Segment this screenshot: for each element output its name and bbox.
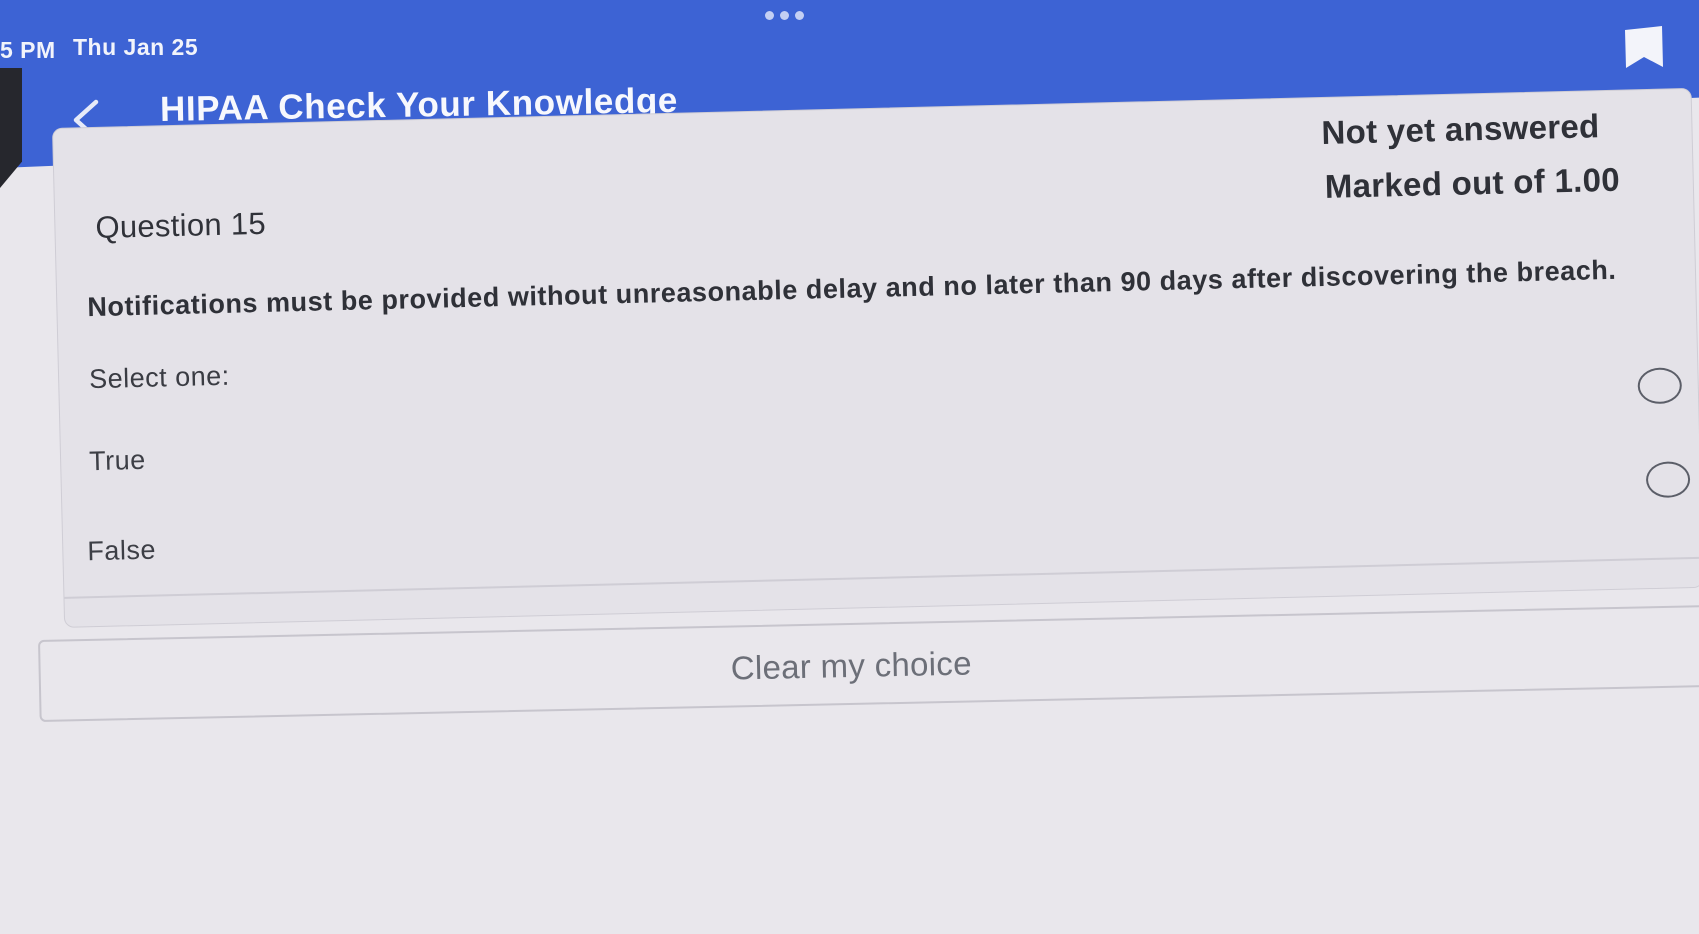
select-prompt: Select one: [88, 360, 231, 395]
bookmark-icon [1625, 26, 1663, 68]
option-true-radio[interactable] [1637, 367, 1683, 405]
multitask-dots-icon[interactable] [765, 11, 804, 20]
question-number: Question 15 [95, 205, 267, 245]
status-time: 5 PM [0, 37, 56, 63]
option-false-radio[interactable] [1645, 461, 1691, 499]
sidebar-edge [0, 68, 22, 188]
option-true-label[interactable]: True [89, 445, 146, 477]
answer-state: Not yet answered [1321, 107, 1600, 151]
grade-info: Marked out of 1.00 [1324, 160, 1621, 205]
status-date: Thu Jan 25 [73, 34, 199, 60]
status-bar [0, 0, 1699, 80]
option-false-label[interactable]: False [87, 535, 156, 568]
card-divider [64, 556, 1699, 599]
question-text: Notifications must be provided without u… [87, 254, 1617, 323]
clear-choice-label: Clear my choice [730, 644, 973, 687]
bookmark-button[interactable] [1622, 24, 1666, 70]
question-card: Not yet answered Marked out of 1.00 Ques… [52, 87, 1699, 628]
